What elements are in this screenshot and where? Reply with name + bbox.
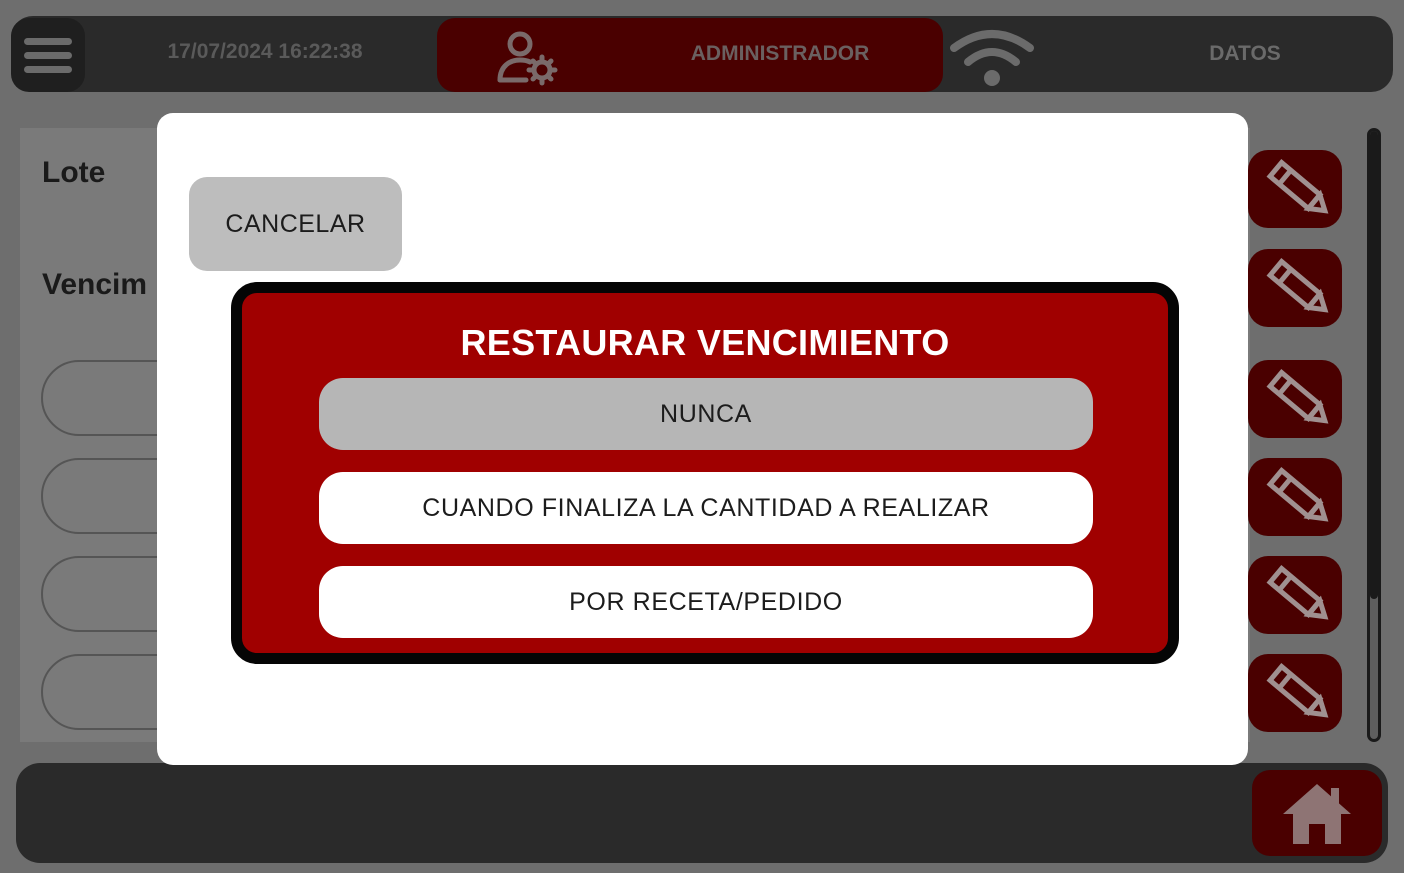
bottom-bar — [16, 763, 1388, 863]
option-nunca[interactable]: NUNCA — [319, 378, 1093, 450]
pencil-icon — [1266, 565, 1329, 620]
pencil-icon — [1266, 467, 1329, 522]
scrollbar-thumb[interactable] — [1370, 131, 1378, 599]
option-cuando-finaliza[interactable]: CUANDO FINALIZA LA CANTIDAD A REALIZAR — [319, 472, 1093, 544]
edit-button[interactable] — [1248, 360, 1342, 438]
cancel-button[interactable]: CANCELAR — [189, 177, 402, 271]
home-icon — [1283, 784, 1351, 844]
dialog-title: RESTAURAR VENCIMIENTO — [460, 322, 950, 363]
pencil-icon — [1266, 663, 1329, 718]
lote-label: Lote — [42, 156, 106, 189]
edit-button[interactable] — [1248, 458, 1342, 536]
vencimiento-label: Vencim — [42, 268, 148, 301]
option-por-receta[interactable]: POR RECETA/PEDIDO — [319, 566, 1093, 638]
user-role-label: ADMINISTRADOR — [690, 42, 870, 65]
pencil-icon — [1266, 159, 1329, 214]
datetime-display: 17/07/2024 16:22:38 — [167, 40, 363, 63]
edit-button[interactable] — [1248, 654, 1342, 732]
datos-button[interactable]: DATOS — [1170, 42, 1320, 66]
user-settings-icon — [497, 31, 558, 86]
menu-button[interactable] — [11, 18, 85, 92]
edit-button[interactable] — [1248, 150, 1342, 228]
edit-button[interactable] — [1248, 249, 1342, 327]
pencil-icon — [1266, 258, 1329, 313]
wifi-icon[interactable] — [948, 26, 1036, 88]
home-button[interactable] — [1252, 770, 1382, 856]
scrollbar[interactable] — [1367, 128, 1381, 742]
pencil-icon — [1266, 369, 1329, 424]
edit-button[interactable] — [1248, 556, 1342, 634]
